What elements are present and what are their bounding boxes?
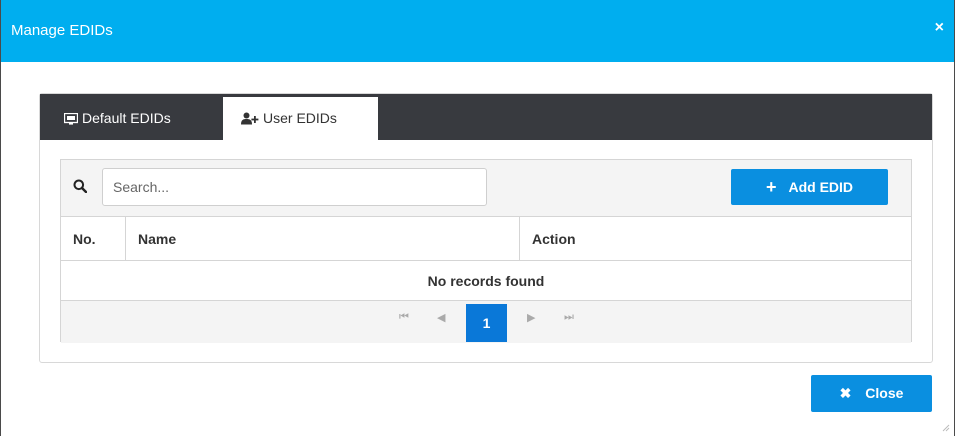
search-icon [73, 179, 87, 193]
dialog-titlebar: Manage EDIDs × [1, 0, 954, 62]
user-add-icon [241, 112, 259, 125]
monitor-icon [63, 112, 79, 125]
table-header-row: No. Name Action [61, 217, 911, 261]
close-button-label: Close [865, 385, 904, 401]
first-page-icon[interactable]: ⏮ [399, 311, 409, 324]
search-input[interactable] [102, 168, 487, 206]
close-button[interactable]: ✖ Close [811, 375, 932, 412]
tab-default-edids-label: Default EDIDs [82, 110, 171, 126]
dialog-title: Manage EDIDs [11, 22, 113, 39]
edid-table: No. Name Action No records found [61, 217, 911, 301]
tab-user-edids[interactable]: User EDIDs [223, 97, 378, 140]
empty-message: No records found [61, 260, 911, 301]
next-page-icon[interactable]: ▶ [527, 311, 535, 324]
add-edid-button[interactable]: + Add EDID [731, 169, 888, 205]
column-header-name[interactable]: Name [125, 217, 520, 261]
add-edid-label: Add EDID [788, 178, 854, 195]
pagination: ⏮ ◀ 1 ▶ ⏭ [61, 301, 911, 343]
column-header-no[interactable]: No. [61, 217, 126, 261]
page-button-current[interactable]: 1 [466, 304, 507, 342]
column-header-action: Action [519, 217, 911, 261]
grid-toolbar: + Add EDID [61, 160, 911, 217]
manage-edids-dialog: Manage EDIDs × Default EDIDs User EDIDs [0, 0, 955, 436]
plus-icon: + [765, 176, 777, 197]
times-icon: ✖ [839, 385, 852, 401]
tab-default-edids[interactable]: Default EDIDs [54, 97, 222, 140]
user-edids-grid: + Add EDID No. Name Action No records fou… [60, 159, 912, 343]
last-page-icon[interactable]: ⏭ [564, 311, 574, 324]
dialog-close-icon[interactable]: × [935, 19, 944, 37]
prev-page-icon[interactable]: ◀ [437, 311, 445, 324]
resize-grip-icon[interactable] [942, 424, 950, 432]
table-row: No records found [61, 260, 911, 301]
tab-bar: Default EDIDs User EDIDs [40, 94, 932, 140]
tab-user-edids-label: User EDIDs [263, 110, 337, 126]
edid-tabs-panel: Default EDIDs User EDIDs + Add EDID [39, 93, 933, 363]
